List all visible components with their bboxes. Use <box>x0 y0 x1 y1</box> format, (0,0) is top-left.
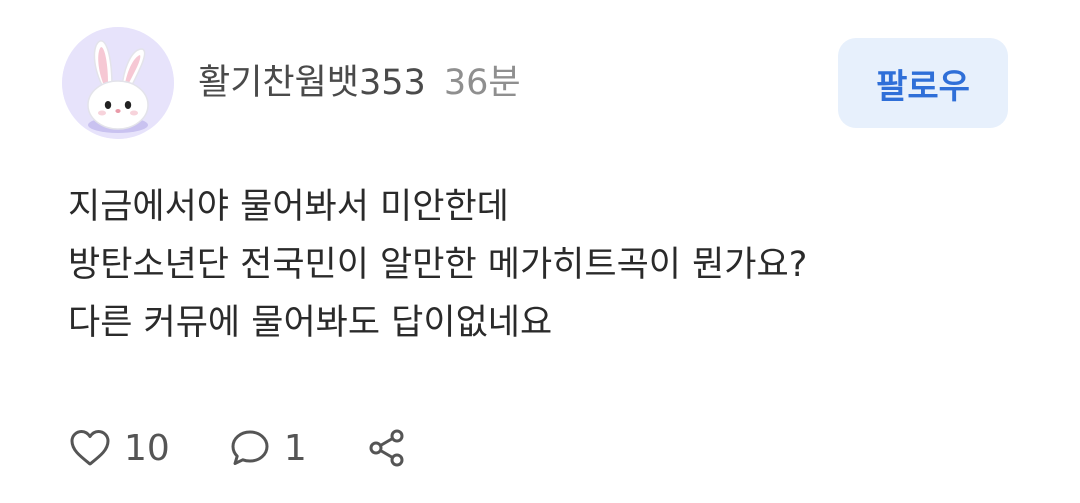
comment-button[interactable]: 1 <box>228 426 307 470</box>
follow-button[interactable]: 팔로우 <box>838 38 1008 128</box>
avatar[interactable] <box>62 27 174 139</box>
post-header: 활기찬웜뱃353 36분 팔로우 <box>62 27 1008 139</box>
post-body: 지금에서야 물어봐서 미안한데 방탄소년단 전국민이 알만한 메가히트곡이 뭔가… <box>68 178 1028 352</box>
post-text-line: 지금에서야 물어봐서 미안한데 <box>68 187 509 227</box>
post-text-line: 다른 커뮤에 물어봐도 답이없네요 <box>68 303 553 343</box>
post-time: 36분 <box>443 63 521 103</box>
like-count: 10 <box>124 427 170 469</box>
heart-icon <box>70 430 110 466</box>
share-button[interactable] <box>365 426 409 470</box>
bunny-avatar-icon <box>62 27 174 139</box>
post-card: 활기찬웜뱃353 36분 팔로우 지금에서야 물어봐서 미안한데 방탄소년단 전국… <box>0 0 1080 503</box>
post-text-line: 방탄소년단 전국민이 알만한 메가히트곡이 뭔가요? <box>68 245 808 285</box>
like-button[interactable]: 10 <box>68 426 170 470</box>
author-line: 활기찬웜뱃353 36분 <box>198 61 521 105</box>
share-icon <box>369 429 404 467</box>
post-actions: 10 1 <box>68 420 467 476</box>
comment-icon <box>231 430 269 465</box>
comment-count: 1 <box>283 427 307 469</box>
author-name[interactable]: 활기찬웜뱃353 <box>198 63 426 103</box>
